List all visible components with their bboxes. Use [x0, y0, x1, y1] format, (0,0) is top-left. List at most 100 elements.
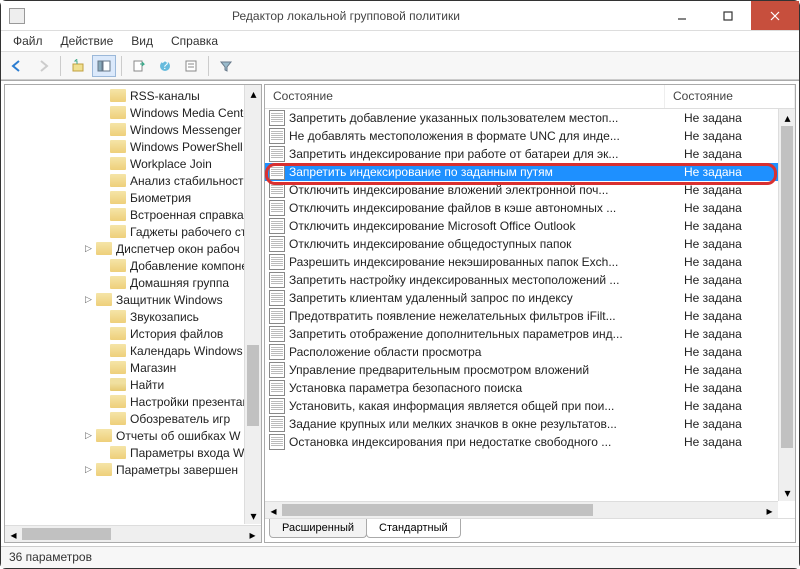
expand-icon[interactable]: ▷ [83, 243, 94, 254]
tree-item[interactable]: Домашняя группа [9, 274, 261, 291]
list-item[interactable]: Запретить настройку индексированных мест… [265, 271, 795, 289]
folder-icon [110, 361, 126, 374]
tree-item-label: Календарь Windows [130, 344, 243, 358]
list-item[interactable]: Остановка индексирования при недостатке … [265, 433, 795, 451]
scroll-right-icon[interactable]: ▸ [761, 502, 778, 518]
back-button[interactable] [5, 55, 29, 77]
scroll-right-icon[interactable]: ▸ [244, 526, 261, 543]
tree-item-label: Защитник Windows [116, 293, 223, 307]
policy-icon [269, 308, 285, 324]
scroll-down-icon[interactable]: ▾ [779, 484, 795, 501]
expand-icon[interactable]: ▷ [83, 464, 94, 475]
list-item[interactable]: Управление предварительным просмотром вл… [265, 361, 795, 379]
tab-extended[interactable]: Расширенный [269, 519, 367, 538]
list-item[interactable]: Отключить индексирование вложений электр… [265, 181, 795, 199]
tree-item[interactable]: Windows Media Center [9, 104, 261, 121]
tree[interactable]: RSS-каналыWindows Media CenterWindows Me… [5, 85, 261, 478]
scroll-left-icon[interactable]: ◂ [265, 502, 282, 518]
list-item[interactable]: Отключить индексирование файлов в кэше а… [265, 199, 795, 217]
window-controls [659, 1, 799, 30]
list-item[interactable]: Задание крупных или мелких значков в окн… [265, 415, 795, 433]
tree-item[interactable]: Workplace Join [9, 155, 261, 172]
tree-item[interactable]: Анализ стабильности т [9, 172, 261, 189]
folder-icon [110, 378, 126, 391]
tree-item[interactable]: Гаджеты рабочего сто [9, 223, 261, 240]
scroll-thumb[interactable] [781, 126, 793, 448]
filter-button[interactable] [214, 55, 238, 77]
list-item[interactable]: Запретить индексирование по заданным пут… [265, 163, 795, 181]
scroll-thumb[interactable] [247, 345, 259, 426]
list-item[interactable]: Не добавлять местоположения в формате UN… [265, 127, 795, 145]
close-button[interactable] [751, 1, 799, 30]
tree-horizontal-scrollbar[interactable]: ◂ ▸ [5, 525, 261, 542]
scroll-thumb[interactable] [22, 528, 111, 540]
list-vertical-scrollbar[interactable]: ▴ ▾ [778, 109, 795, 501]
expand-icon[interactable]: ▷ [83, 430, 94, 441]
list-item[interactable]: Запретить добавление указанных пользоват… [265, 109, 795, 127]
tree-item[interactable]: ▷Параметры завершен [9, 461, 261, 478]
tree-item[interactable]: Windows PowerShell [9, 138, 261, 155]
list-item[interactable]: Запретить отображение дополнительных пар… [265, 325, 795, 343]
tree-item[interactable]: Параметры входа Winс [9, 444, 261, 461]
list-item[interactable]: Установить, какая информация является об… [265, 397, 795, 415]
list-item-name: Запретить индексирование при работе от б… [289, 147, 680, 161]
list-item[interactable]: Предотвратить появление нежелательных фи… [265, 307, 795, 325]
scroll-left-icon[interactable]: ◂ [5, 526, 22, 543]
column-header-state[interactable]: Состояние [665, 85, 795, 108]
export-button[interactable] [127, 55, 151, 77]
list-horizontal-scrollbar[interactable]: ◂ ▸ [265, 501, 778, 518]
minimize-button[interactable] [659, 1, 705, 30]
scroll-thumb[interactable] [282, 504, 593, 516]
tree-item-label: Домашняя группа [130, 276, 229, 290]
menu-file[interactable]: Файл [5, 32, 51, 50]
list-item[interactable]: Расположение области просмотраНе задана [265, 343, 795, 361]
maximize-button[interactable] [705, 1, 751, 30]
tree-item[interactable]: ▷Диспетчер окон рабоч [9, 240, 261, 257]
list-item[interactable]: Установка параметра безопасного поискаНе… [265, 379, 795, 397]
status-text: 36 параметров [9, 550, 92, 564]
scroll-up-icon[interactable]: ▴ [245, 85, 262, 102]
up-button[interactable] [66, 55, 90, 77]
list-item-name: Отключить индексирование Microsoft Offic… [289, 219, 680, 233]
tree-item[interactable]: Встроенная справка [9, 206, 261, 223]
tree-item[interactable]: Магазин [9, 359, 261, 376]
folder-icon [110, 174, 126, 187]
menu-help[interactable]: Справка [163, 32, 226, 50]
tree-item[interactable]: Биометрия [9, 189, 261, 206]
list-item-name: Запретить клиентам удаленный запрос по и… [289, 291, 680, 305]
tree-item[interactable]: Добавление компонен [9, 257, 261, 274]
show-tree-button[interactable] [92, 55, 116, 77]
tree-item[interactable]: Звукозапись [9, 308, 261, 325]
tree-item[interactable]: Обозреватель игр [9, 410, 261, 427]
tree-item[interactable]: RSS-каналы [9, 87, 261, 104]
list-item-name: Задание крупных или мелких значков в окн… [289, 417, 680, 431]
tree-item[interactable]: ▷ Защитник Windows [9, 291, 261, 308]
policy-icon [269, 128, 285, 144]
list-item[interactable]: Отключить индексирование общедоступных п… [265, 235, 795, 253]
list-item-name: Разрешить индексирование некэшированных … [289, 255, 680, 269]
list-item[interactable]: Отключить индексирование Microsoft Offic… [265, 217, 795, 235]
tree-vertical-scrollbar[interactable]: ▴ ▾ [244, 85, 261, 524]
tree-item[interactable]: Найти [9, 376, 261, 393]
tree-item[interactable]: ▷Отчеты об ошибках W [9, 427, 261, 444]
tree-item[interactable]: Календарь Windows [9, 342, 261, 359]
expand-icon[interactable]: ▷ [83, 294, 94, 305]
policy-icon [269, 272, 285, 288]
list-item[interactable]: Разрешить индексирование некэшированных … [265, 253, 795, 271]
help-button[interactable]: ? [153, 55, 177, 77]
column-header-name[interactable]: Состояние [265, 85, 665, 108]
scroll-up-icon[interactable]: ▴ [779, 109, 795, 126]
menu-action[interactable]: Действие [53, 32, 122, 50]
tree-item[interactable]: Настройки презентаци [9, 393, 261, 410]
list-item[interactable]: Запретить индексирование при работе от б… [265, 145, 795, 163]
properties-button[interactable] [179, 55, 203, 77]
menu-view[interactable]: Вид [123, 32, 161, 50]
list-pane: Состояние Состояние Запретить добавление… [264, 84, 796, 543]
list-item[interactable]: Запретить клиентам удаленный запрос по и… [265, 289, 795, 307]
tree-item-label: Магазин [130, 361, 176, 375]
scroll-down-icon[interactable]: ▾ [245, 507, 262, 524]
forward-button[interactable] [31, 55, 55, 77]
tab-standard[interactable]: Стандартный [366, 519, 461, 538]
tree-item[interactable]: История файлов [9, 325, 261, 342]
tree-item[interactable]: Windows Messenger [9, 121, 261, 138]
